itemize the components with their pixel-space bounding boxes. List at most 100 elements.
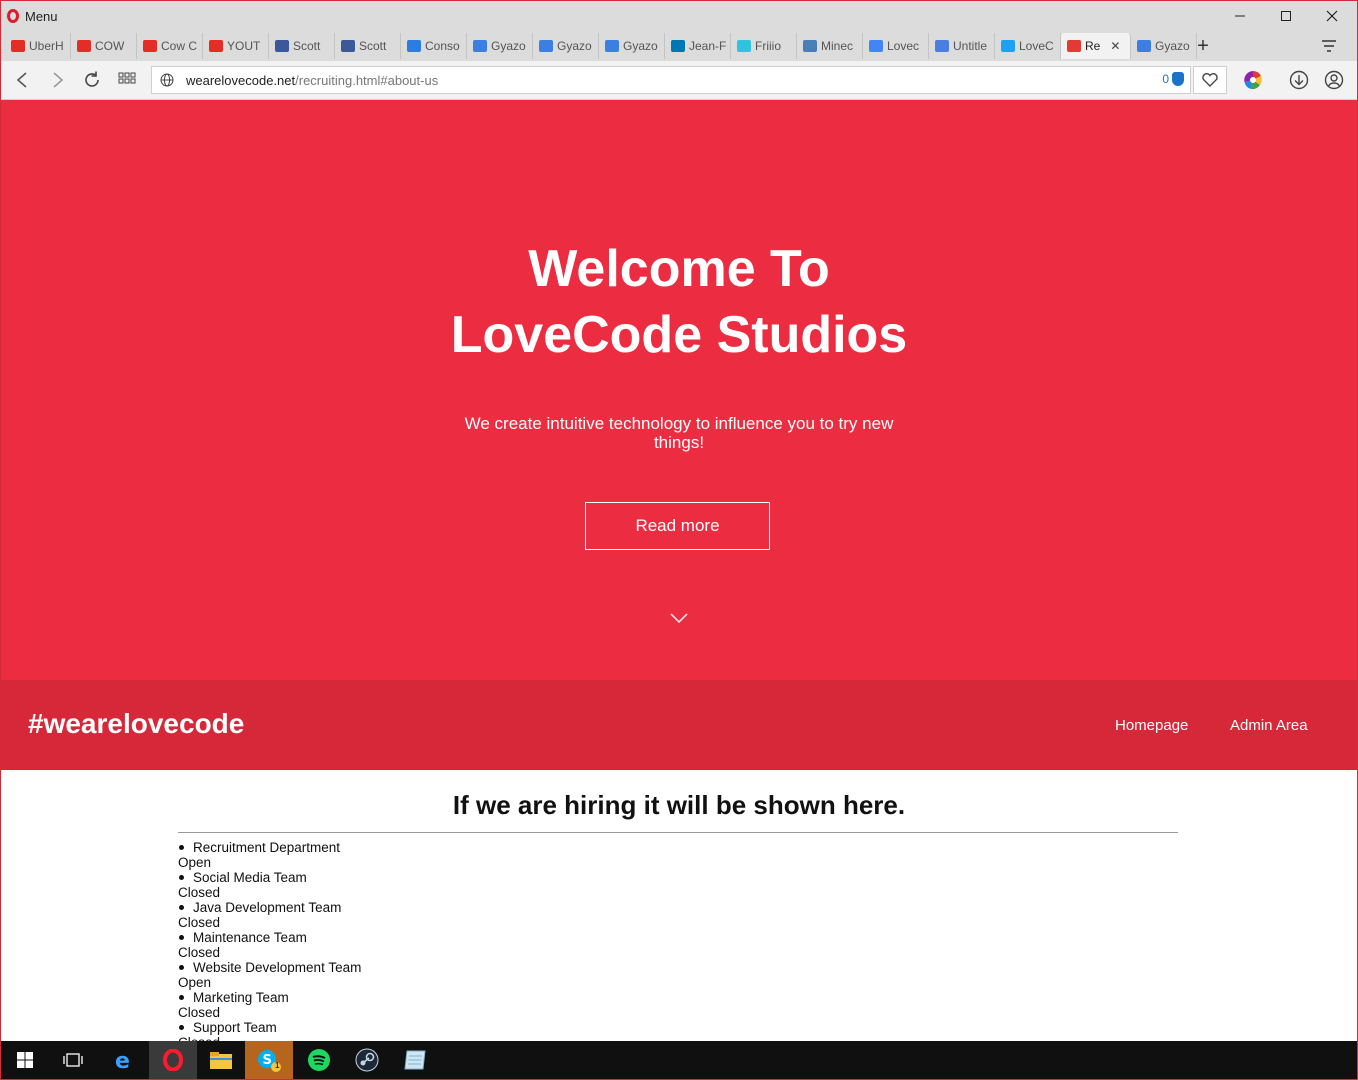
team-name: Maintenance Team [178, 930, 778, 945]
address-toolbar: wearelovecode.net/recruiting.html#about-… [1, 61, 1357, 100]
opera-menu-button[interactable]: Menu [7, 7, 58, 25]
file-explorer-taskbar-button[interactable] [197, 1041, 245, 1079]
opera-logo-icon [7, 9, 19, 23]
opera-taskbar-button[interactable] [149, 1041, 197, 1079]
team-status: Closed [178, 1005, 221, 1020]
grid-icon [118, 72, 136, 84]
plus-icon: + [1197, 34, 1209, 57]
task-view-button[interactable] [49, 1041, 97, 1079]
download-icon [1289, 70, 1309, 90]
downloads-button[interactable] [1289, 70, 1309, 90]
hero-subtitle: We create intuitive technology to influe… [464, 414, 894, 452]
facebook-icon [275, 40, 289, 52]
site-nav: #wearelovecode Homepage Admin Area [1, 680, 1357, 770]
tab-label: COW [95, 39, 125, 53]
chevron-down-icon[interactable] [669, 612, 689, 624]
minimize-button[interactable] [1217, 1, 1263, 31]
tab-label: LoveC [1019, 39, 1054, 53]
edge-taskbar-button[interactable]: e [99, 1041, 147, 1079]
tab-3[interactable]: YOUT [203, 33, 269, 59]
tab-11[interactable]: Friiio [731, 33, 797, 59]
notes-taskbar-button[interactable] [391, 1041, 439, 1079]
back-arrow-icon [16, 72, 27, 88]
gyazo-icon [473, 40, 487, 52]
tab-12[interactable]: Minec [797, 33, 863, 59]
tab-label: Gyazo [491, 39, 526, 53]
team-name: Social Media Team [178, 870, 778, 885]
close-icon [1326, 10, 1338, 22]
facebook-icon [341, 40, 355, 52]
tab-label: Scott [293, 39, 321, 53]
skype-taskbar-button[interactable]: S 1 [245, 1041, 293, 1079]
team-list-item: Website Development Team Open [178, 960, 778, 990]
windows-taskbar: e S 1 [1, 1041, 1357, 1079]
tab-16[interactable]: Re ✕ [1061, 33, 1131, 59]
tab-label: Minec [821, 39, 854, 53]
task-view-icon [63, 1053, 83, 1067]
read-more-button[interactable]: Read more [585, 502, 770, 550]
url-text: wearelovecode.net/recruiting.html#about-… [186, 73, 438, 88]
shield-icon [1172, 72, 1184, 86]
maximize-icon [1281, 11, 1291, 21]
tab-10[interactable]: Jean-F [665, 33, 731, 59]
nav-link-admin-area[interactable]: Admin Area [1230, 717, 1308, 734]
tab-0[interactable]: UberH [5, 33, 71, 59]
tab-menu-icon [1322, 40, 1336, 52]
lovecode-icon [1067, 40, 1081, 52]
team-status: Open [178, 975, 212, 990]
gyazo-icon [1137, 40, 1151, 52]
nav-link-homepage[interactable]: Homepage [1115, 717, 1188, 734]
team-list-item: Support TeamClosed [178, 1020, 778, 1041]
tab-7[interactable]: Gyazo [467, 33, 533, 59]
spotify-taskbar-button[interactable] [295, 1041, 343, 1079]
forward-button[interactable] [45, 68, 71, 92]
tab-label: Re [1085, 39, 1101, 53]
edge-icon: e [115, 1049, 130, 1071]
start-button[interactable] [1, 1041, 49, 1079]
color-wheel-icon [1244, 71, 1262, 90]
close-window-button[interactable] [1309, 1, 1355, 31]
tab-label: Cow C [161, 39, 198, 53]
team-list-item: Maintenance Team Closed [178, 930, 778, 960]
title-bar: Menu [1, 1, 1357, 31]
tab-label: Lovec [887, 39, 920, 53]
steam-taskbar-button[interactable] [343, 1041, 391, 1079]
team-status: Closed [178, 885, 221, 900]
site-brand[interactable]: #wearelovecode [28, 708, 244, 740]
tab-8[interactable]: Gyazo [533, 33, 599, 59]
notes-icon [404, 1050, 426, 1070]
speed-dial-button[interactable] [114, 68, 140, 92]
maximize-button[interactable] [1263, 1, 1309, 31]
tab-17[interactable]: Gyazo [1131, 33, 1197, 59]
tab-label: Scott [359, 39, 387, 53]
tab-6[interactable]: Conso [401, 33, 467, 59]
tab-9[interactable]: Gyazo [599, 33, 665, 59]
new-tab-button[interactable]: + [1191, 34, 1215, 58]
close-tab-icon[interactable]: ✕ [1110, 39, 1120, 53]
tab-2[interactable]: Cow C [137, 33, 203, 59]
bookmark-button[interactable] [1193, 66, 1227, 94]
address-bar[interactable]: wearelovecode.net/recruiting.html#about-… [151, 66, 1191, 94]
tab-label: Gyazo [557, 39, 592, 53]
opera-icon [163, 1049, 183, 1071]
tab-14[interactable]: Untitle [929, 33, 995, 59]
hero-title-line1: Welcome To [528, 240, 830, 298]
hero-section: Welcome To LoveCode Studios We create in… [1, 100, 1357, 680]
tab-menu-button[interactable] [1319, 37, 1339, 55]
tab-13[interactable]: Lovec [863, 33, 929, 59]
tab-5[interactable]: Scott [335, 33, 401, 59]
reload-button[interactable] [79, 68, 105, 92]
tab-label: Conso [425, 39, 460, 53]
tab-15[interactable]: LoveC [995, 33, 1061, 59]
theme-button[interactable] [1243, 70, 1263, 90]
adblock-badge[interactable]: 0 [1162, 72, 1184, 86]
windows-start-icon [17, 1052, 33, 1068]
hiring-heading: If we are hiring it will be shown here. [452, 790, 906, 820]
user-icon [1324, 70, 1344, 90]
team-name: Support Team [178, 1020, 778, 1035]
tab-1[interactable]: COW [71, 33, 137, 59]
tab-4[interactable]: Scott [269, 33, 335, 59]
account-button[interactable] [1324, 70, 1344, 90]
tab-label: YOUT [227, 39, 261, 53]
back-button[interactable] [9, 68, 35, 92]
